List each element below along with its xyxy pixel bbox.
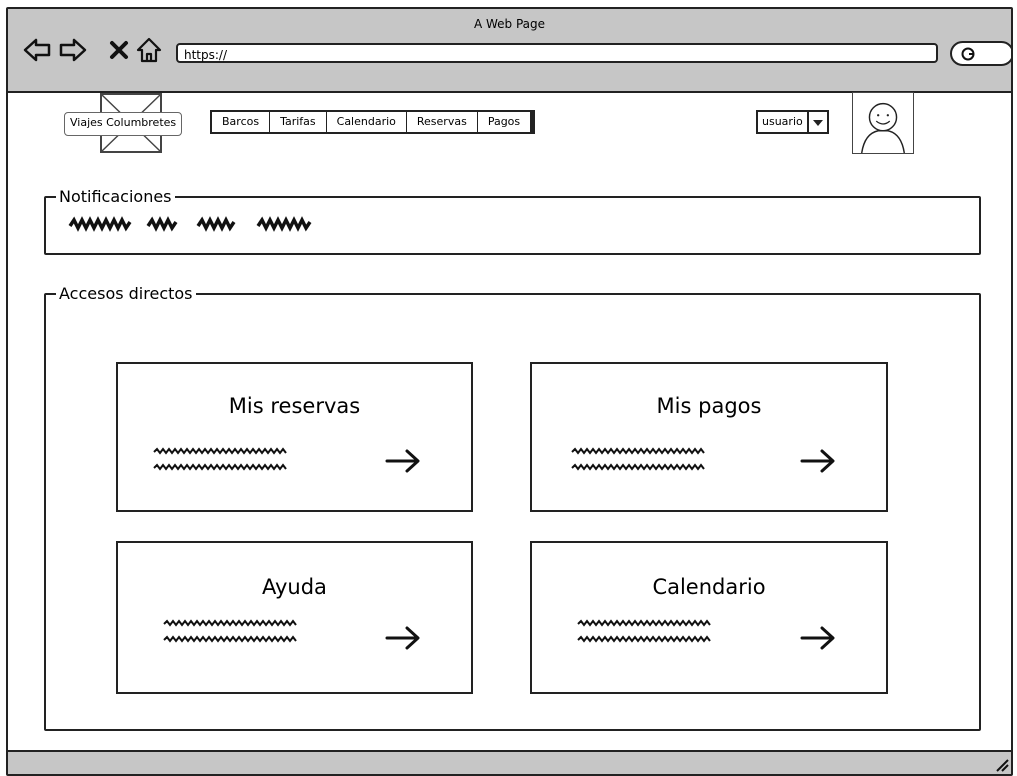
nav-item-reservas[interactable]: Reservas	[407, 112, 478, 132]
notificaciones-legend: Notificaciones	[59, 187, 172, 206]
nav-item-tarifas[interactable]: Tarifas	[270, 112, 327, 132]
search-icon	[961, 47, 975, 61]
accesos-legend: Accesos directos	[59, 284, 193, 303]
card-title: Mis pagos	[656, 394, 762, 418]
arrow-right-icon	[385, 626, 420, 650]
home-icon[interactable]	[134, 35, 164, 65]
arrow-right-icon	[800, 449, 835, 473]
nav-item-pagos[interactable]: Pagos	[478, 112, 530, 132]
arrow-right-icon	[385, 449, 420, 473]
browser-window: A Web Page https:// Viajes Columbretes B…	[6, 7, 1013, 776]
card-ayuda[interactable]: Ayuda	[116, 541, 473, 694]
resize-handle-icon[interactable]	[995, 758, 1009, 772]
user-dropdown-value: usuario	[762, 115, 803, 128]
avatar[interactable]	[852, 92, 914, 154]
user-dropdown[interactable]: usuario	[756, 110, 829, 134]
site-logo-label[interactable]: Viajes Columbretes	[64, 112, 183, 136]
status-bar	[8, 750, 1011, 774]
card-title: Calendario	[652, 575, 766, 599]
chevron-down-icon	[806, 112, 827, 132]
nav-item-calendario[interactable]: Calendario	[327, 112, 407, 132]
card-text-placeholder	[152, 446, 292, 478]
notification-text-placeholder	[68, 216, 312, 232]
forward-icon[interactable]	[58, 35, 88, 65]
arrow-right-icon	[800, 626, 835, 650]
url-input[interactable]: https://	[176, 43, 938, 63]
card-text-placeholder	[570, 446, 710, 478]
search-button[interactable]	[950, 41, 1011, 66]
window-title: A Web Page	[473, 17, 546, 31]
card-title: Ayuda	[262, 575, 327, 599]
notificaciones-panel: Notificaciones	[44, 188, 981, 255]
card-mis-reservas[interactable]: Mis reservas	[116, 362, 473, 512]
back-icon[interactable]	[22, 35, 52, 65]
card-mis-pagos[interactable]: Mis pagos	[530, 362, 888, 512]
browser-titlebar: A Web Page https://	[8, 9, 1011, 93]
nav-item-barcos[interactable]: Barcos	[212, 112, 271, 132]
card-text-placeholder	[162, 618, 302, 650]
card-calendario[interactable]: Calendario	[530, 541, 888, 694]
stop-icon[interactable]	[104, 35, 134, 65]
main-nav: Barcos Tarifas Calendario Reservas Pagos	[210, 110, 536, 134]
card-text-placeholder	[576, 618, 716, 650]
card-title: Mis reservas	[228, 394, 361, 418]
